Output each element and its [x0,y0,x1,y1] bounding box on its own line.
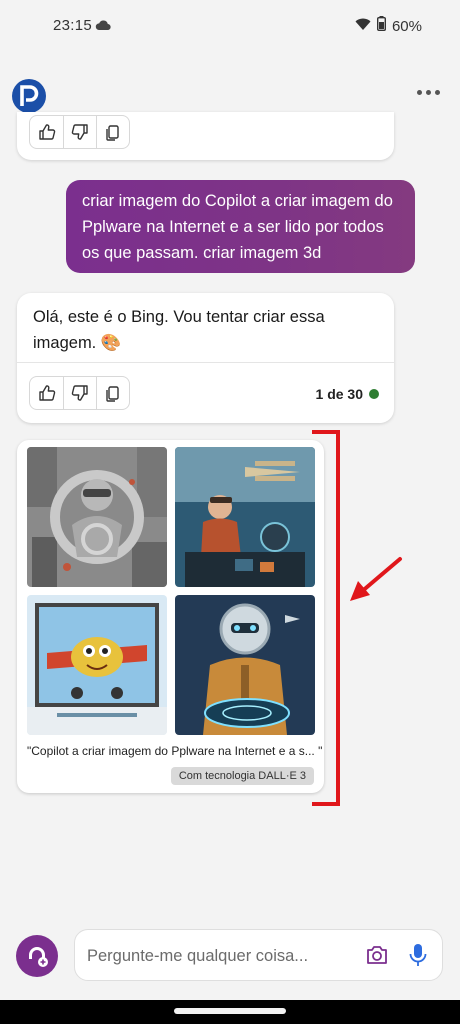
generated-image-1[interactable] [27,447,167,587]
wifi-icon [355,17,371,36]
previous-message-card [17,112,394,160]
copy-icon[interactable] [96,377,129,409]
turn-counter-text: 1 de 30 [315,386,363,402]
user-message-text: criar imagem do Copilot a criar imagem d… [82,192,393,262]
chat-input-box [74,929,443,981]
cloud-icon [95,18,111,36]
copy-icon[interactable] [96,116,129,148]
more-vert-icon[interactable] [415,84,442,101]
system-nav-bar [0,1000,460,1024]
thumbs-down-icon[interactable] [63,377,96,409]
battery-percent: 60% [391,17,422,35]
pplware-logo[interactable] [12,79,46,113]
status-time: 23:15 [53,17,93,34]
user-message-bubble: criar imagem do Copilot a criar imagem d… [66,180,415,273]
new-topic-button[interactable] [16,935,58,977]
chat-input[interactable] [87,943,347,969]
status-icons: 60% [355,16,422,36]
dalle-badge: Com tecnologia DALL·E 3 [170,767,314,785]
generated-image-3[interactable] [27,595,167,735]
bot-message-card: Olá, este é o Bing. Vou tentar criar ess… [17,293,394,423]
bot-message-text: Olá, este é o Bing. Vou tentar criar ess… [33,308,325,352]
microphone-icon[interactable] [407,942,429,973]
feedback-group [29,115,130,149]
composer-bar [0,925,460,995]
annotation-bracket [310,430,342,806]
thumbs-up-icon[interactable] [30,377,63,409]
generated-image-4[interactable] [175,595,315,735]
status-bar: 23:15 60% [0,0,460,50]
turn-counter: 1 de 30 [316,386,379,402]
divider [17,362,394,363]
thumbs-up-icon[interactable] [30,116,63,148]
thumbs-down-icon[interactable] [63,116,96,148]
status-dot [369,389,379,399]
home-gesture-pill[interactable] [174,1008,286,1014]
generated-image-2[interactable] [175,447,315,587]
feedback-group [29,376,130,410]
battery-icon [376,16,386,36]
camera-icon[interactable] [365,943,389,972]
image-caption: "Copilot a criar imagem do Pplware na In… [27,744,323,758]
image-result-card: "Copilot a criar imagem do Pplware na In… [17,440,324,793]
annotation-arrow [348,555,404,610]
